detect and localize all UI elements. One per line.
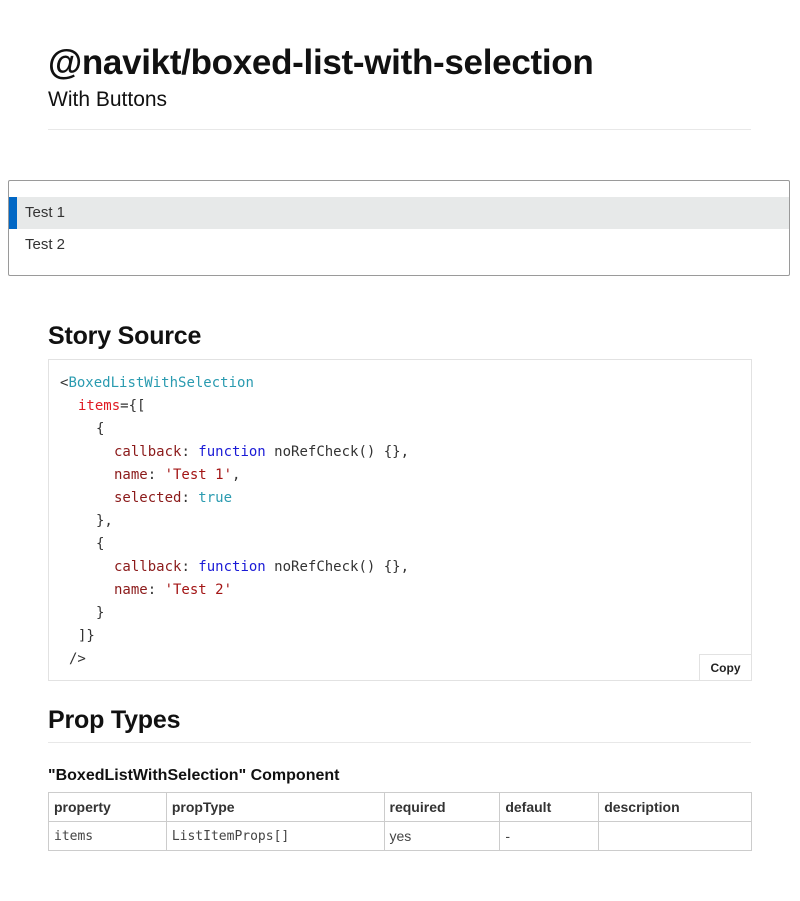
list-item-test-2[interactable]: Test 2 [9, 229, 789, 261]
boxed-list-preview: Test 1 Test 2 [8, 180, 790, 276]
code-line: } [96, 605, 105, 621]
code-line: { [96, 421, 105, 437]
cell-default: - [499, 821, 600, 851]
code-line: items={[ [78, 398, 146, 414]
code-block: <BoxedListWithSelection items={[ { callb… [48, 359, 752, 681]
list-item-test-1[interactable]: Test 1 [9, 197, 789, 229]
code-line: }, [96, 513, 113, 529]
column-header-proptype: propType [165, 792, 385, 822]
cell-required: yes [383, 821, 501, 851]
code-line: selected: true [114, 490, 233, 506]
code-line: <BoxedListWithSelection [60, 375, 254, 391]
header-divider [48, 129, 751, 130]
column-header-description: description [598, 792, 752, 822]
prop-types-heading: Prop Types [48, 706, 181, 734]
story-source-heading: Story Source [48, 322, 202, 350]
code-line: name: 'Test 2' [114, 582, 233, 598]
code-line: { [96, 536, 105, 552]
page-header: @navikt/boxed-list-with-selection With B… [48, 40, 751, 114]
list-item-label: Test 2 [25, 236, 66, 253]
code-line: callback: function noRefCheck() {}, [114, 559, 410, 575]
column-header-property: property [48, 792, 167, 822]
column-header-required: required [383, 792, 501, 822]
cell-property: items [48, 821, 167, 851]
column-header-default: default [499, 792, 600, 822]
cell-description [598, 821, 752, 851]
copy-button[interactable]: Copy [699, 654, 751, 680]
table-header-row: property propType required default descr… [48, 792, 752, 822]
code-line: callback: function noRefCheck() {}, [114, 444, 410, 460]
code-line: ]} [78, 628, 95, 644]
component-title: "BoxedListWithSelection" Component [48, 767, 340, 784]
page-title: @navikt/boxed-list-with-selection [48, 43, 594, 82]
code-line: name: 'Test 1', [114, 467, 241, 483]
table-row: items ListItemProps[] yes - [48, 821, 752, 851]
prop-types-table: property propType required default descr… [48, 792, 752, 851]
prop-types-divider [48, 742, 751, 743]
list-item-label: Test 1 [25, 204, 66, 221]
story-subtitle: With Buttons [48, 88, 168, 111]
cell-proptype: ListItemProps[] [165, 821, 385, 851]
code-line: /> [69, 651, 86, 667]
